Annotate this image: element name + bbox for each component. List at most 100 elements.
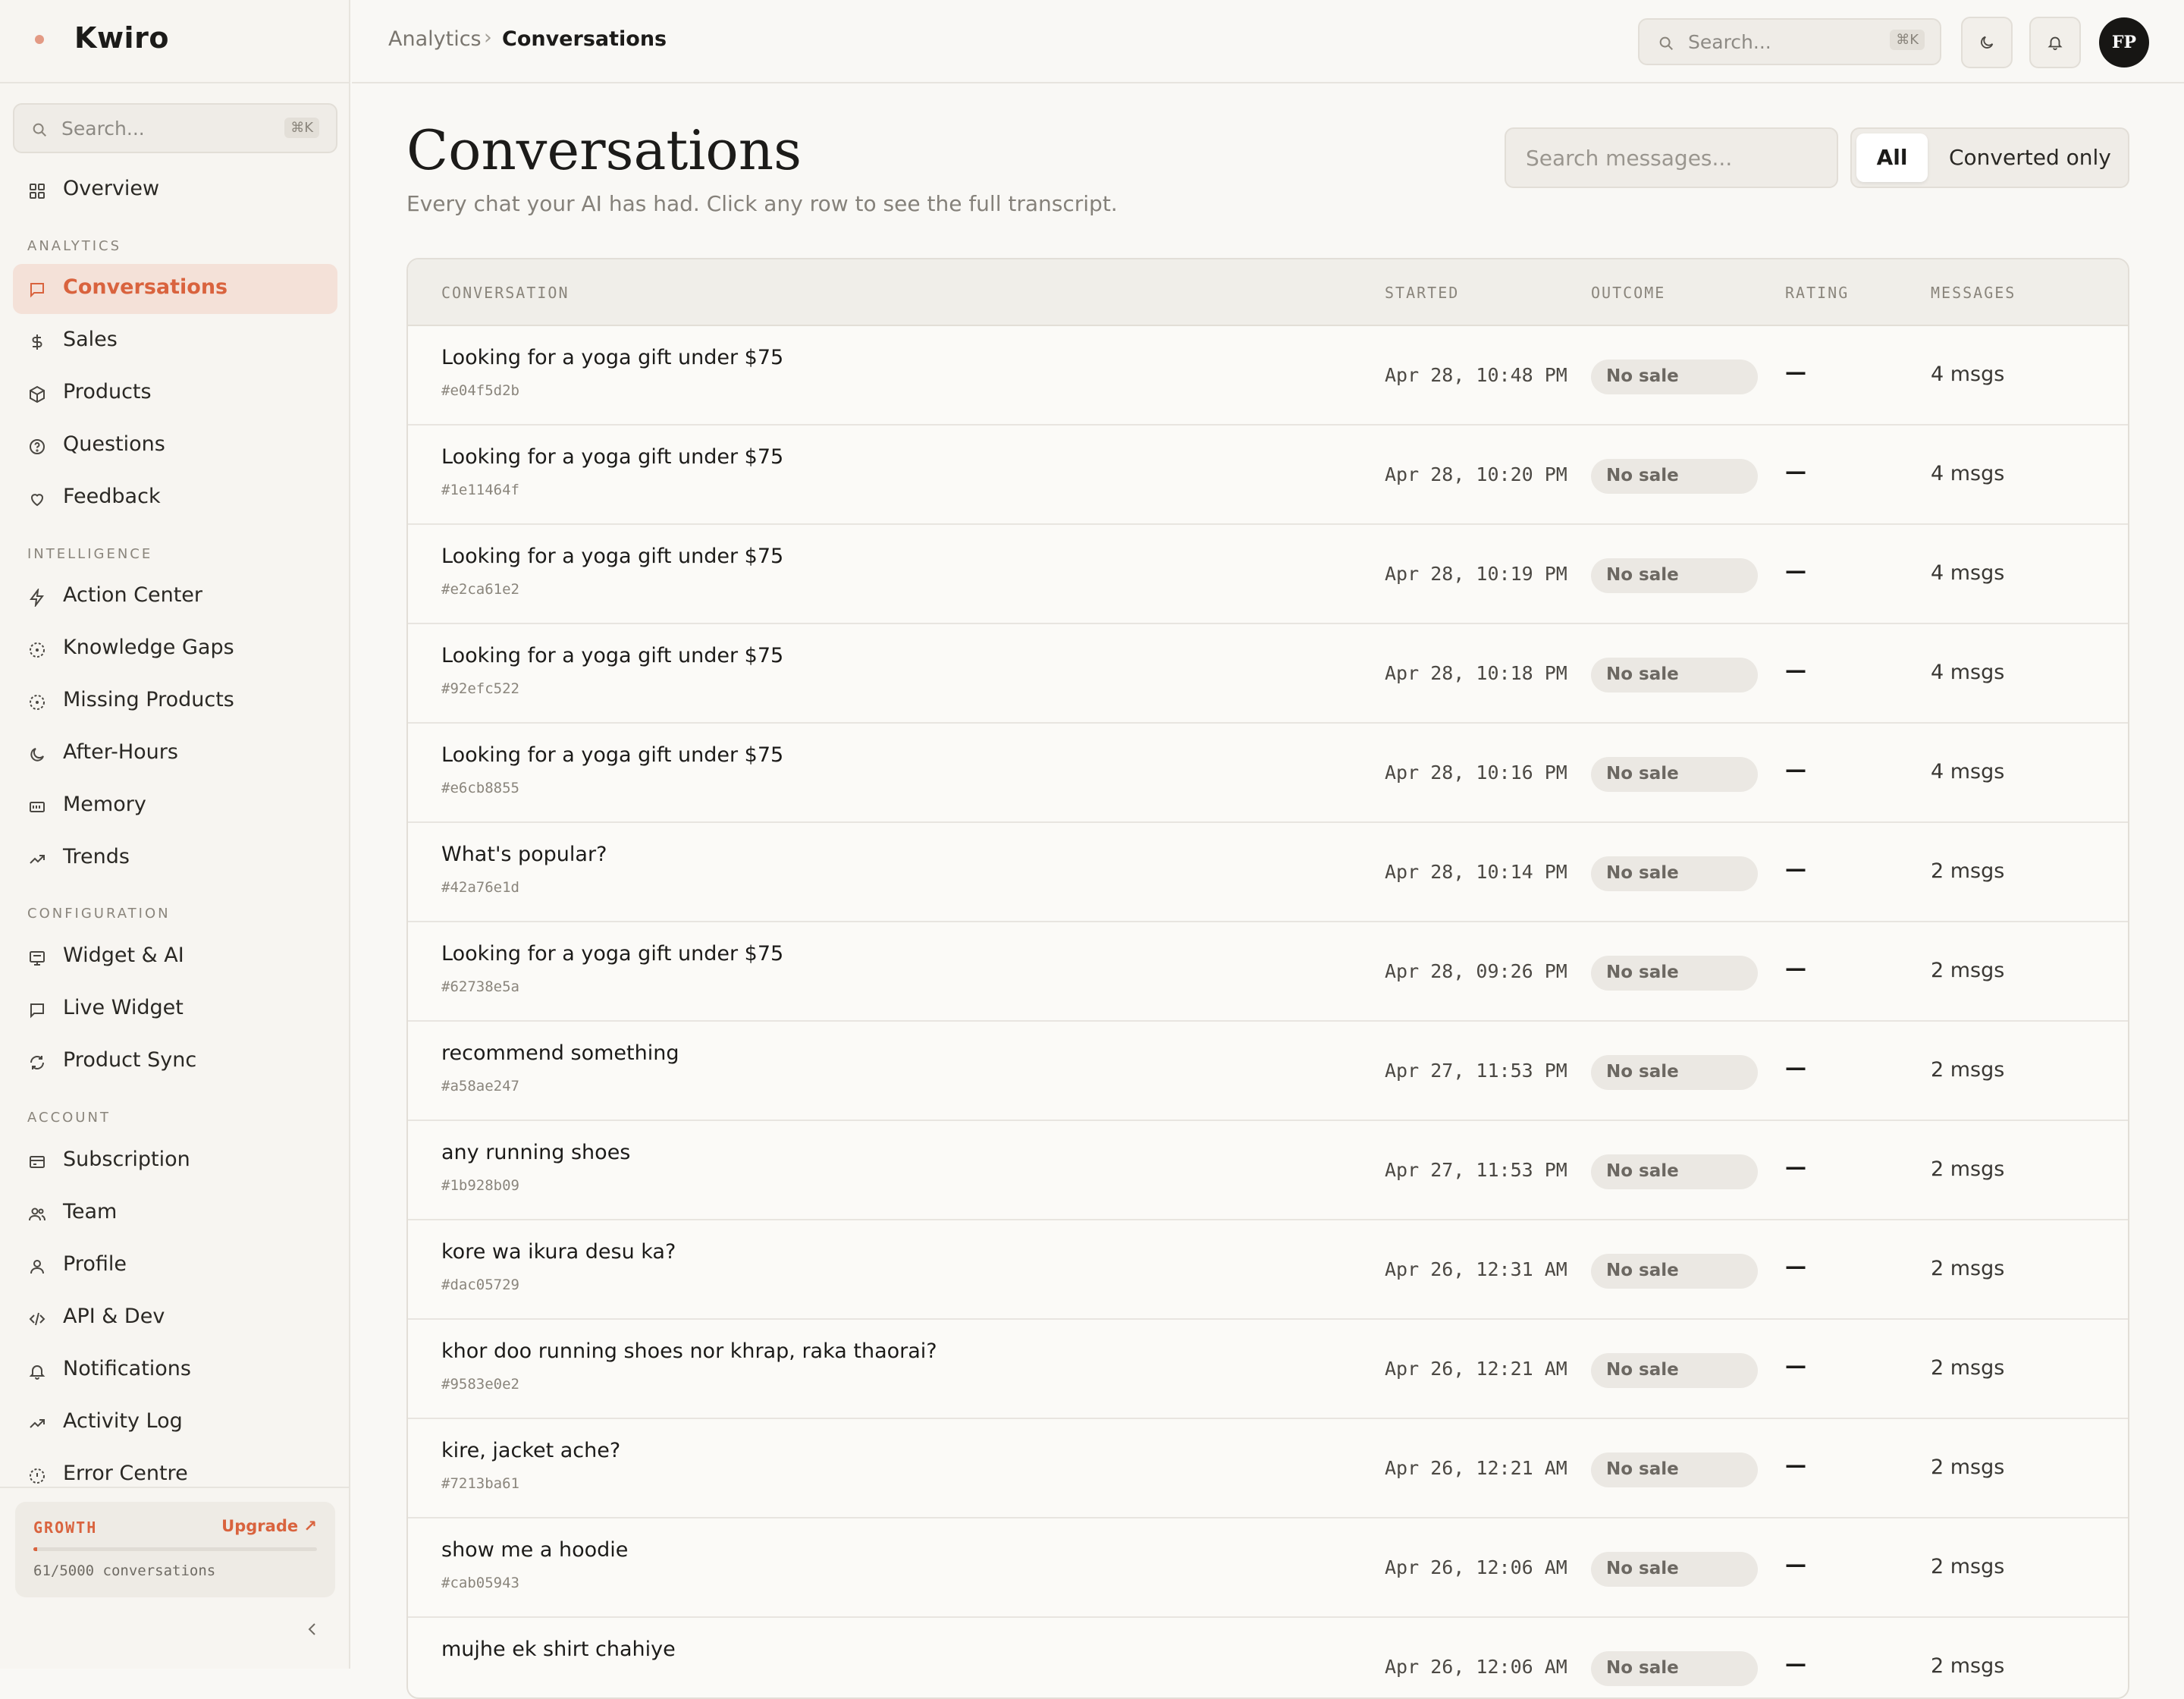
sidebar-item-error-centre[interactable]: Error Centre xyxy=(13,1450,337,1487)
sidebar-item-after-hours[interactable]: After-Hours xyxy=(13,729,337,779)
global-search[interactable]: Search... ⌘K xyxy=(1638,18,1941,65)
brand-name[interactable]: Kwiro xyxy=(74,21,169,55)
outcome-badge: No sale xyxy=(1591,1055,1758,1090)
table-row[interactable]: mujhe ek shirt chahiye Apr 26, 12:06 AM No… xyxy=(408,1618,2128,1697)
filter-converted-button[interactable]: Converted only xyxy=(1949,133,2111,182)
box-icon xyxy=(30,385,45,404)
started-time: Apr 28, 10:14 PM xyxy=(1385,861,1567,883)
sidebar-item-conversations[interactable]: Conversations xyxy=(13,264,337,314)
table-row[interactable]: khor doo running shoes nor khrap, raka t… xyxy=(408,1320,2128,1419)
page-title: Conversations xyxy=(406,118,802,182)
global-search-placeholder: Search... xyxy=(1688,31,1771,53)
gap-circle-icon xyxy=(30,642,45,658)
moon-icon xyxy=(1981,36,1994,49)
table-row[interactable]: kire, jacket ache? #7213ba61 Apr 26, 12:21… xyxy=(408,1419,2128,1518)
table-row[interactable]: Looking for a yoga gift under $75 #e04f5d… xyxy=(408,326,2128,426)
outcome-badge: No sale xyxy=(1591,1552,1758,1587)
table-row[interactable]: kore wa ikura desu ka? #dac05729 Apr 26, 1… xyxy=(408,1220,2128,1320)
table-row[interactable]: Looking for a yoga gift under $75 #1e1146… xyxy=(408,426,2128,525)
column-header-conversation[interactable]: CONVERSATION xyxy=(441,284,570,302)
topbar: Analytics › Conversations Search... ⌘K F… xyxy=(352,0,2184,83)
trend-icon xyxy=(30,1419,45,1428)
sidebar-item-label: Questions xyxy=(63,432,165,456)
conversation-title: Looking for a yoga gift under $75 xyxy=(441,346,784,369)
rating-value: — xyxy=(1785,658,1806,683)
upgrade-link[interactable]: Upgrade ↗ xyxy=(221,1517,317,1535)
sidebar-item-notifications[interactable]: Notifications xyxy=(13,1346,337,1396)
section-heading-account: ACCOUNT xyxy=(27,1110,111,1126)
table-row[interactable]: Looking for a yoga gift under $75 #e6cb88… xyxy=(408,724,2128,823)
grid-icon xyxy=(30,184,45,199)
started-time: Apr 26, 12:21 AM xyxy=(1385,1457,1567,1479)
sidebar-item-activity-log[interactable]: Activity Log xyxy=(13,1398,337,1448)
section-heading-intelligence: INTELLIGENCE xyxy=(27,546,153,562)
conversation-title: kire, jacket ache? xyxy=(441,1439,621,1462)
sidebar-item-label: Action Center xyxy=(63,583,203,607)
sidebar-item-feedback[interactable]: Feedback xyxy=(13,473,337,523)
outcome-badge: No sale xyxy=(1591,1651,1758,1686)
brand: Kwiro xyxy=(0,0,350,83)
sidebar-item-memory[interactable]: Memory xyxy=(13,781,337,831)
table-row[interactable]: show me a hoodie #cab05943 Apr 26, 12:06 A… xyxy=(408,1518,2128,1618)
outcome-badge: No sale xyxy=(1591,1353,1758,1388)
conversation-id: #42a76e1d xyxy=(441,879,519,896)
conversation-id: #cab05943 xyxy=(441,1575,519,1591)
message-count: 2 msgs xyxy=(1931,1456,2005,1479)
outcome-label: No sale xyxy=(1606,1161,1679,1181)
conversation-id: #7213ba61 xyxy=(441,1475,519,1492)
sidebar-item-team[interactable]: Team xyxy=(13,1189,337,1239)
search-messages-input[interactable]: Search messages... xyxy=(1505,127,1838,188)
sidebar-item-sales[interactable]: Sales xyxy=(13,316,337,366)
table-row[interactable]: Looking for a yoga gift under $75 #62738e… xyxy=(408,922,2128,1022)
breadcrumb-parent[interactable]: Analytics xyxy=(388,27,482,51)
users-icon xyxy=(29,1208,46,1221)
column-header-rating[interactable]: RATING xyxy=(1785,284,1849,302)
column-header-started[interactable]: STARTED xyxy=(1385,284,1459,302)
column-header-messages[interactable]: MESSAGES xyxy=(1931,284,2016,302)
sidebar-search[interactable]: Search... ⌘K xyxy=(13,103,337,153)
rating-value: — xyxy=(1785,956,1806,981)
rating-value: — xyxy=(1785,360,1806,385)
conversation-title: Looking for a yoga gift under $75 xyxy=(441,743,784,767)
sidebar-item-overview[interactable]: Overview xyxy=(13,165,337,215)
sidebar-item-subscription[interactable]: Subscription xyxy=(13,1136,337,1186)
sidebar-item-widget-ai[interactable]: Widget & AI xyxy=(13,932,337,982)
message-count: 4 msgs xyxy=(1931,661,2005,684)
sidebar-item-missing-products[interactable]: Missing Products xyxy=(13,677,337,727)
sidebar-item-action-center[interactable]: Action Center xyxy=(13,572,337,622)
logo-icon xyxy=(35,35,44,44)
sidebar-item-trends[interactable]: Trends xyxy=(13,834,337,884)
table-row[interactable]: recommend something #a58ae247 Apr 27, 11:5… xyxy=(408,1022,2128,1121)
message-count: 2 msgs xyxy=(1931,1257,2005,1280)
theme-toggle-button[interactable] xyxy=(1961,17,2013,68)
table-row[interactable]: What's popular? #42a76e1d Apr 28, 10:14 PM… xyxy=(408,823,2128,922)
outcome-label: No sale xyxy=(1606,963,1679,982)
section-heading-configuration: CONFIGURATION xyxy=(27,906,171,922)
table-row[interactable]: Looking for a yoga gift under $75 #92efc5… xyxy=(408,624,2128,724)
section-heading-analytics: ANALYTICS xyxy=(27,238,122,254)
sidebar-item-label: Overview xyxy=(63,177,160,200)
outcome-badge: No sale xyxy=(1591,956,1758,991)
sidebar-item-live-widget[interactable]: Live Widget xyxy=(13,985,337,1035)
column-header-outcome[interactable]: OUTCOME xyxy=(1591,284,1665,302)
sidebar-item-products[interactable]: Products xyxy=(13,369,337,419)
filter-all-button[interactable]: All xyxy=(1856,133,1928,182)
sidebar-item-profile[interactable]: Profile xyxy=(13,1241,337,1291)
usage-progress-bar xyxy=(33,1547,317,1551)
collapse-sidebar-icon[interactable] xyxy=(303,1620,322,1638)
memory-icon xyxy=(30,802,45,812)
started-time: Apr 26, 12:06 AM xyxy=(1385,1556,1567,1578)
avatar[interactable]: FP xyxy=(2099,17,2149,68)
sidebar-item-product-sync[interactable]: Product Sync xyxy=(13,1037,337,1087)
sidebar-item-api-dev[interactable]: API & Dev xyxy=(13,1293,337,1343)
notifications-button[interactable] xyxy=(2029,17,2081,68)
gap-circle-icon xyxy=(30,695,45,710)
sidebar-item-questions[interactable]: Questions xyxy=(13,421,337,471)
table-row[interactable]: any running shoes #1b928b09 Apr 27, 11:53 … xyxy=(408,1121,2128,1220)
outcome-label: No sale xyxy=(1606,863,1679,883)
sidebar-item-knowledge-gaps[interactable]: Knowledge Gaps xyxy=(13,624,337,674)
conversations-table: CONVERSATION STARTED OUTCOME RATING MESS… xyxy=(406,258,2129,1699)
page-subtitle: Every chat your AI has had. Click any ro… xyxy=(406,191,1118,216)
table-row[interactable]: Looking for a yoga gift under $75 #e2ca61… xyxy=(408,525,2128,624)
conversation-title: Looking for a yoga gift under $75 xyxy=(441,445,784,469)
